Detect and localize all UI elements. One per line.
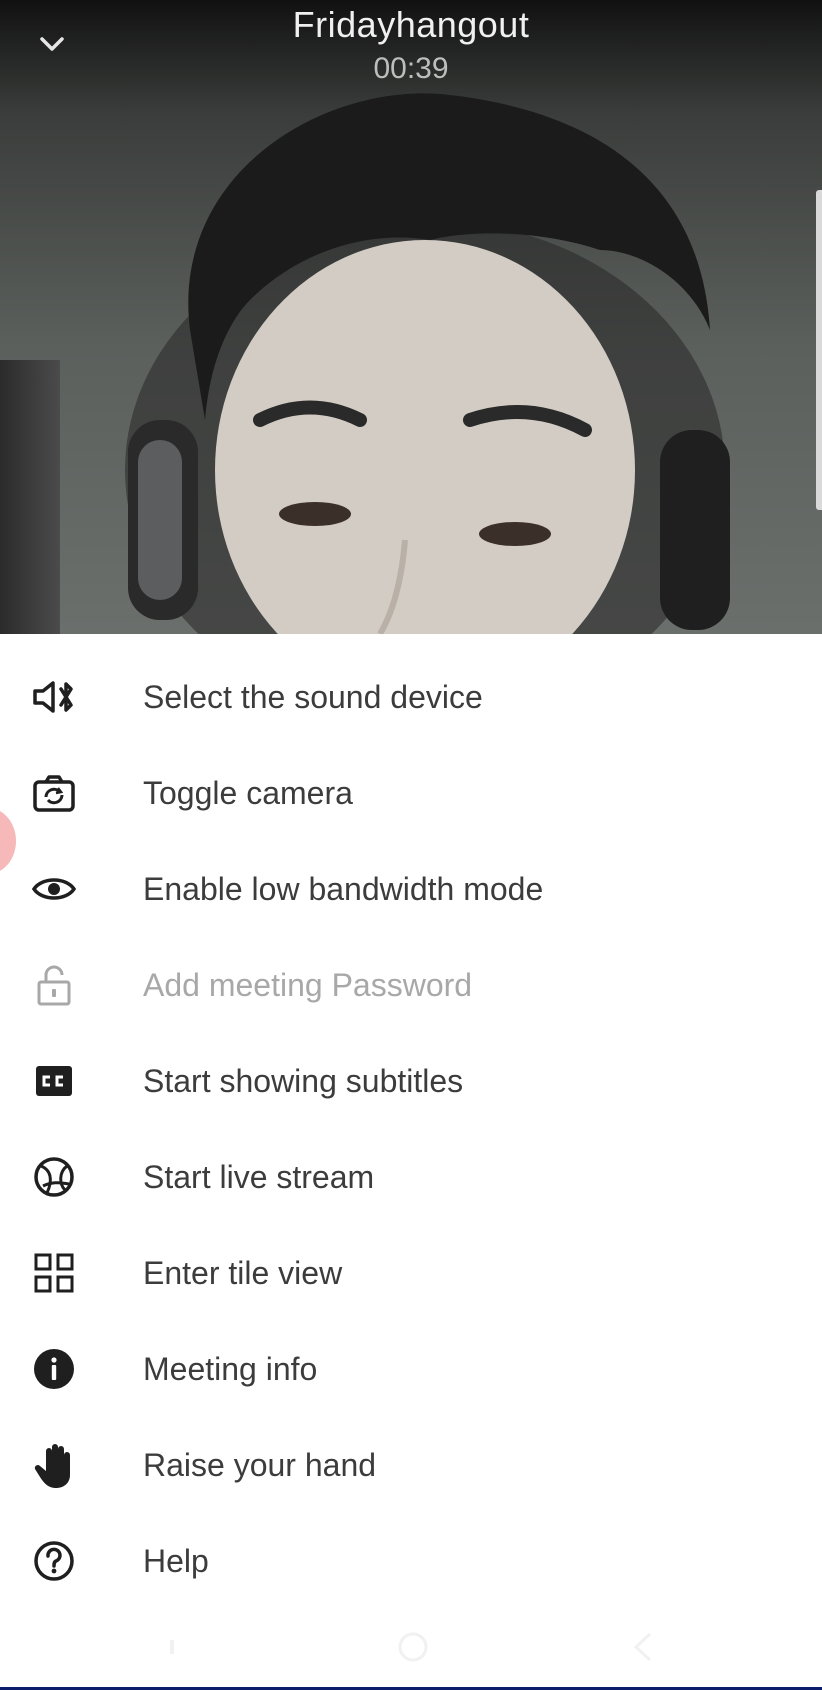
menu-item-label: Help bbox=[143, 1542, 209, 1579]
scroll-edge-indicator bbox=[816, 190, 822, 510]
menu-item-meeting-info[interactable]: Meeting info bbox=[0, 1321, 822, 1417]
menu-item-raise-hand[interactable]: Raise your hand bbox=[0, 1417, 822, 1513]
menu-item-meeting-password: Add meeting Password bbox=[0, 937, 822, 1033]
menu-item-label: Start showing subtitles bbox=[143, 1062, 464, 1099]
info-icon bbox=[30, 1345, 78, 1393]
speaker-bluetooth-icon bbox=[30, 673, 78, 721]
menu-item-toggle-camera[interactable]: Toggle camera bbox=[0, 745, 822, 841]
menu-item-label: Select the sound device bbox=[143, 678, 483, 715]
menu-item-low-bandwidth[interactable]: Enable low bandwidth mode bbox=[0, 841, 822, 937]
call-header: Fridayhangout 00:39 bbox=[0, 0, 822, 100]
overflow-menu-sheet: Select the sound device Toggle camera En… bbox=[0, 634, 822, 1690]
menu-item-sound-device[interactable]: Select the sound device bbox=[0, 649, 822, 745]
menu-item-label: Start live stream bbox=[143, 1158, 375, 1195]
recent-apps-icon bbox=[170, 1640, 174, 1654]
menu-item-tile-view[interactable]: Enter tile view bbox=[0, 1225, 822, 1321]
lock-icon bbox=[30, 961, 78, 1009]
menu-item-label: Toggle camera bbox=[143, 774, 353, 811]
closed-captions-icon bbox=[30, 1057, 78, 1105]
menu-item-label: Raise your hand bbox=[143, 1446, 377, 1483]
menu-item-label: Add meeting Password bbox=[143, 966, 473, 1003]
menu-item-label: Enter tile view bbox=[143, 1254, 343, 1291]
eye-icon bbox=[30, 865, 78, 913]
system-nav-bar bbox=[0, 1626, 822, 1666]
hand-icon bbox=[30, 1441, 78, 1489]
menu-item-subtitles[interactable]: Start showing subtitles bbox=[0, 1033, 822, 1129]
meeting-title: Fridayhangout bbox=[292, 4, 530, 45]
call-timer: 00:39 bbox=[373, 52, 449, 85]
back-icon bbox=[633, 1632, 652, 1662]
menu-item-label: Enable low bandwidth mode bbox=[143, 870, 544, 907]
globe-icon bbox=[30, 1153, 78, 1201]
tile-grid-icon bbox=[30, 1249, 78, 1297]
menu-item-live-stream[interactable]: Start live stream bbox=[0, 1129, 822, 1225]
menu-item-help[interactable]: Help bbox=[0, 1513, 822, 1609]
help-icon bbox=[30, 1537, 78, 1585]
home-icon bbox=[398, 1632, 428, 1662]
menu-item-label: Meeting info bbox=[143, 1350, 318, 1387]
camera-switch-icon bbox=[30, 769, 78, 817]
